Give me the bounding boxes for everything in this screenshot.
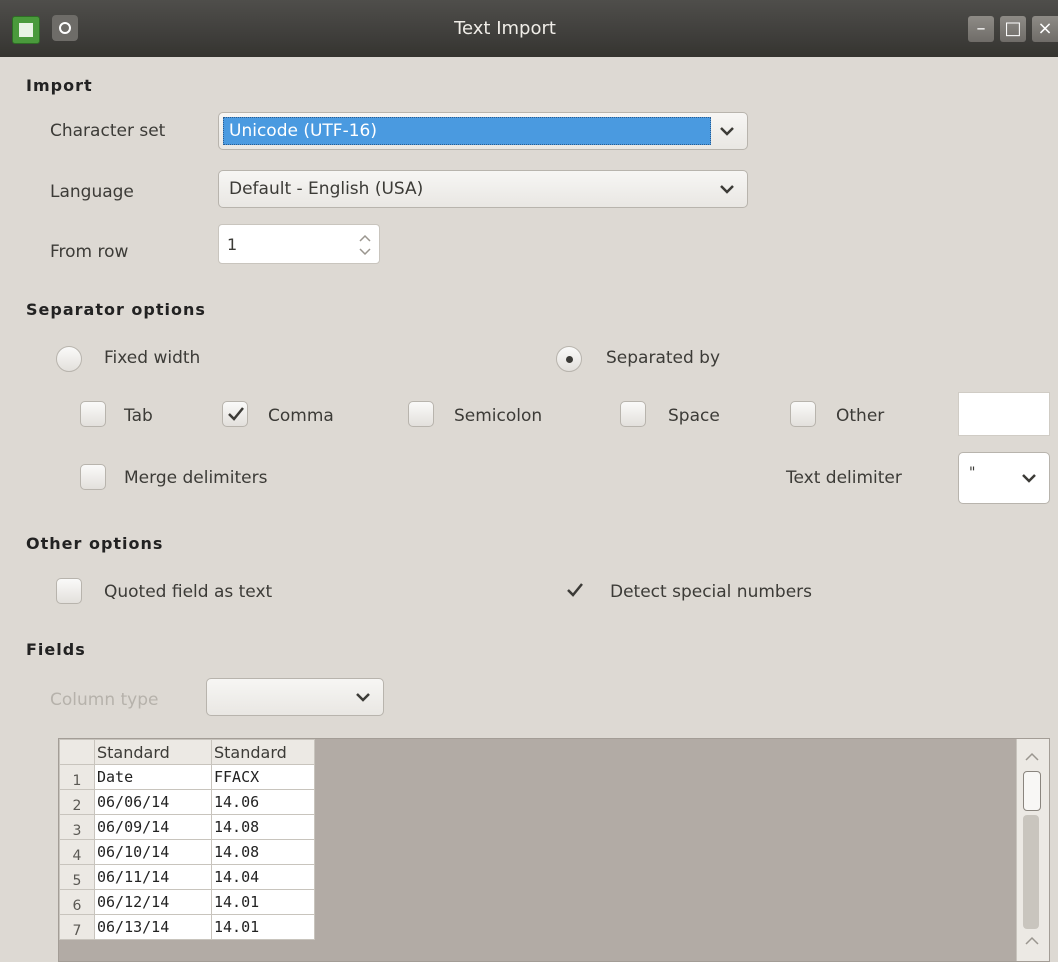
fields-section-title: Fields [26,640,86,659]
language-combobox[interactable]: Default - English (USA) [218,170,748,208]
chevron-down-icon [720,185,734,194]
semicolon-checkbox[interactable] [408,401,434,427]
separated-by-radio[interactable] [556,346,582,372]
column-header[interactable]: Standard [211,739,315,765]
row-number: 2 [59,789,95,815]
charset-label: Character set [50,121,166,141]
from-row-label: From row [50,242,129,262]
charset-combobox[interactable]: Unicode (UTF-16) [218,112,748,150]
detect-special-numbers-checkbox[interactable] [562,578,588,604]
text-delimiter-value: " [969,465,976,481]
table-row: 1 Date FFACX [59,764,315,790]
title-bar[interactable]: Text Import – □ × [0,0,1058,57]
preview-table: Standard Standard 1 Date FFACX 2 06/06/14 14… [59,739,315,940]
column-header[interactable]: Standard [94,739,212,765]
chevron-down-icon [1022,474,1036,483]
column-type-label: Column type [50,690,159,710]
space-checkbox[interactable] [620,401,646,427]
language-value: Default - English (USA) [229,179,424,199]
table-row: 7 06/13/14 14.01 [59,914,315,940]
scroll-up-icon[interactable] [1024,751,1040,763]
close-icon[interactable]: × [1032,16,1058,42]
table-row: 2 06/06/14 14.06 [59,789,315,815]
row-number: 6 [59,889,95,915]
other-options-section-title: Other options [26,534,164,553]
column-type-combobox[interactable] [206,678,384,716]
checkmark-icon [567,583,583,597]
cell: 14.04 [211,864,315,890]
text-delimiter-combobox[interactable]: " [958,452,1050,504]
minimize-icon[interactable]: – [968,16,994,42]
scrollbar-track[interactable] [1023,815,1039,929]
chevron-down-icon [720,127,734,136]
separated-by-label[interactable]: Separated by [606,348,720,368]
cell: FFACX [211,764,315,790]
row-number: 7 [59,914,95,940]
fixed-width-label[interactable]: Fixed width [104,348,200,368]
cell: 14.01 [211,914,315,940]
cell: 06/10/14 [94,839,212,865]
from-row-spinbox[interactable]: 1 [218,224,380,264]
comma-checkbox[interactable] [222,401,248,427]
tab-checkbox[interactable] [80,401,106,427]
vertical-scrollbar[interactable] [1016,739,1049,961]
semicolon-label[interactable]: Semicolon [454,406,542,426]
cell: 06/09/14 [94,814,212,840]
cell: 06/06/14 [94,789,212,815]
quoted-field-label[interactable]: Quoted field as text [104,582,272,602]
table-row: 5 06/11/14 14.04 [59,864,315,890]
table-row: 4 06/10/14 14.08 [59,839,315,865]
window-title: Text Import [454,18,556,39]
maximize-icon[interactable]: □ [1000,16,1026,42]
table-row: 3 06/09/14 14.08 [59,814,315,840]
cell: Date [94,764,212,790]
comma-label[interactable]: Comma [268,406,334,426]
space-label[interactable]: Space [668,406,720,426]
chevron-down-icon [356,693,370,702]
scrollbar-thumb[interactable] [1023,771,1041,811]
cell: 14.08 [211,814,315,840]
cell: 14.01 [211,889,315,915]
field-preview-grid[interactable]: Standard Standard 1 Date FFACX 2 06/06/14 14… [58,738,1050,962]
cell: 06/12/14 [94,889,212,915]
spin-arrows-icon[interactable] [357,231,373,259]
fixed-width-radio[interactable] [56,346,82,372]
detect-special-numbers-label[interactable]: Detect special numbers [610,582,812,602]
tab-label[interactable]: Tab [124,406,153,426]
table-row: 6 06/12/14 14.01 [59,889,315,915]
cell: 14.08 [211,839,315,865]
cell: 06/13/14 [94,914,212,940]
other-label[interactable]: Other [836,406,884,426]
scroll-up-icon[interactable] [1024,935,1040,947]
checkmark-icon [228,407,244,421]
import-section-title: Import [26,76,93,95]
from-row-value: 1 [227,235,238,254]
other-checkbox[interactable] [790,401,816,427]
text-delimiter-label: Text delimiter [786,468,902,488]
row-number: 3 [59,814,95,840]
separator-section-title: Separator options [26,300,206,319]
column-header-row: Standard Standard [59,739,315,765]
row-number: 4 [59,839,95,865]
row-number: 5 [59,864,95,890]
language-label: Language [50,182,134,202]
other-separator-input[interactable] [958,392,1050,436]
quoted-field-checkbox[interactable] [56,578,82,604]
merge-delimiters-checkbox[interactable] [80,464,106,490]
corner-cell [59,739,95,765]
cell: 14.06 [211,789,315,815]
row-number: 1 [59,764,95,790]
merge-delimiters-label[interactable]: Merge delimiters [124,468,267,488]
cell: 06/11/14 [94,864,212,890]
charset-value: Unicode (UTF-16) [229,121,377,141]
